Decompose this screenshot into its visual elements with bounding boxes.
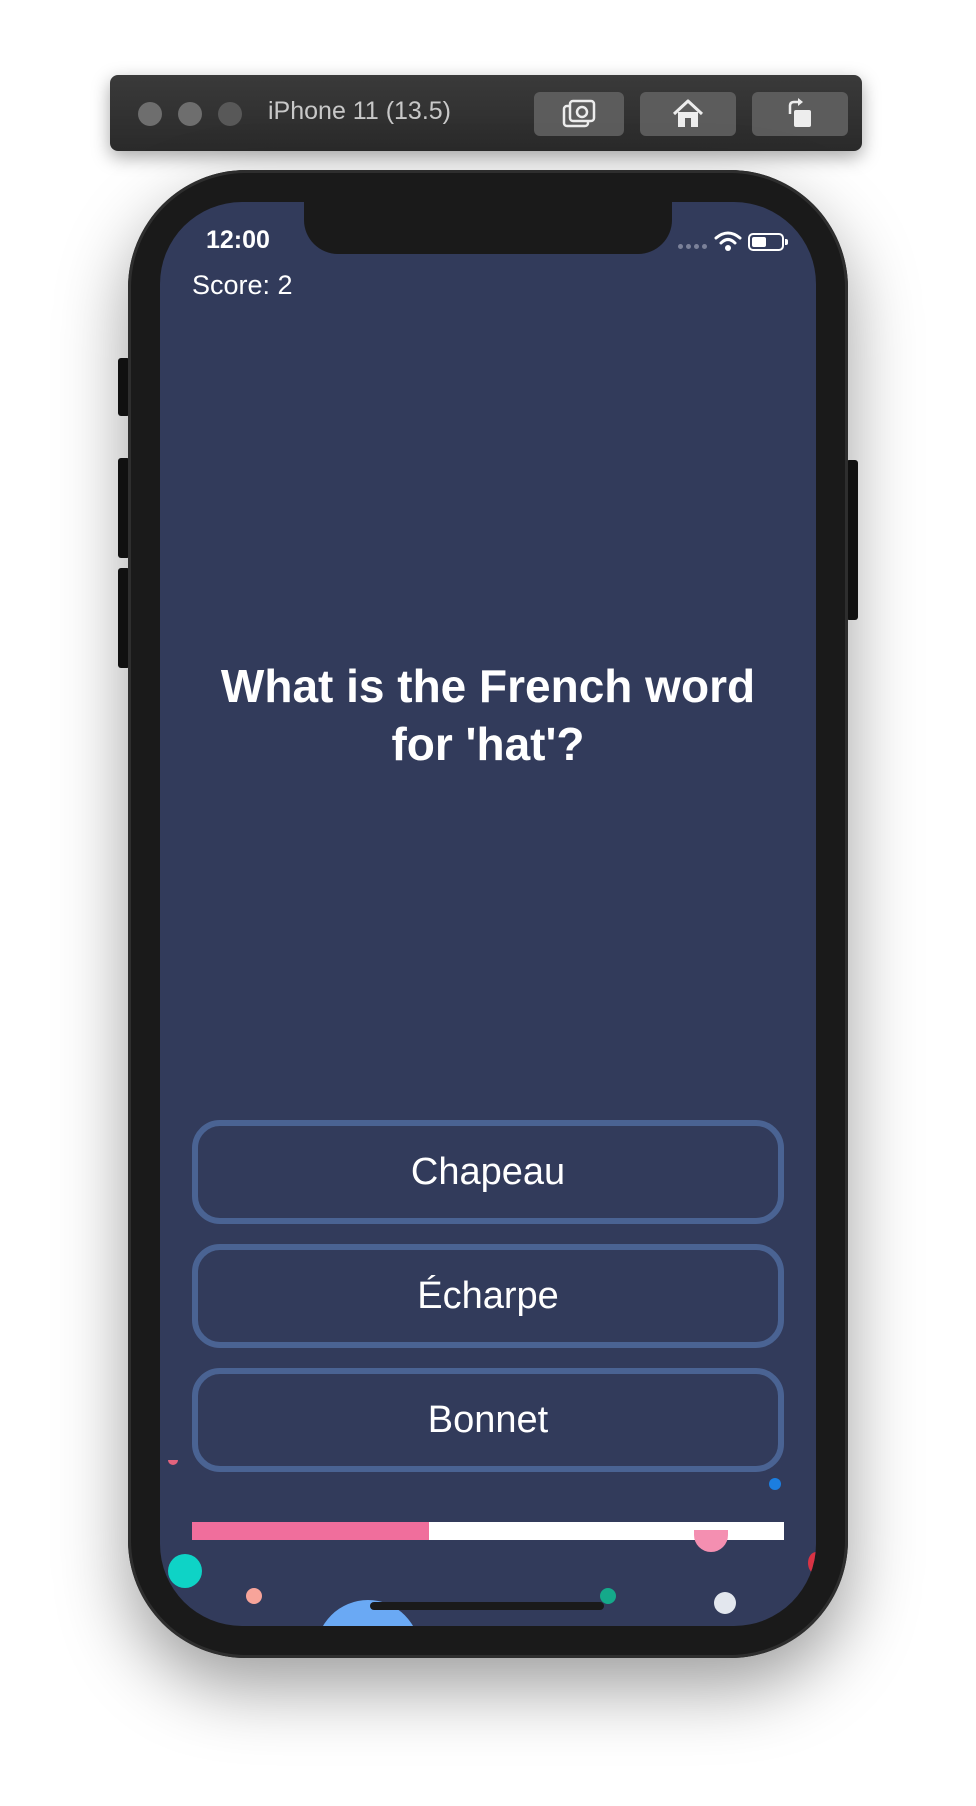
rotate-button[interactable] <box>752 92 848 136</box>
progress-bar-fill <box>192 1522 429 1540</box>
confetti-dot <box>694 1530 728 1552</box>
answer-button-echarpe[interactable]: Écharpe <box>192 1244 784 1348</box>
answer-button-bonnet[interactable]: Bonnet <box>192 1368 784 1472</box>
home-indicator[interactable] <box>370 1602 604 1610</box>
confetti-dot <box>714 1592 736 1614</box>
confetti-dot <box>808 1552 816 1574</box>
cellular-signal-icon <box>678 244 707 249</box>
answer-button-chapeau[interactable]: Chapeau <box>192 1120 784 1224</box>
app-screen: 12:00 Score: 2 What is the French word f… <box>160 202 816 1626</box>
simulator-toolbar: iPhone 11 (13.5) <box>110 75 862 151</box>
minimize-window-button[interactable] <box>178 102 202 126</box>
screenshot-button[interactable] <box>534 92 624 136</box>
wifi-icon <box>714 231 742 251</box>
confetti-dot <box>769 1478 781 1490</box>
home-icon <box>672 99 704 127</box>
confetti-dot <box>168 1460 178 1465</box>
screenshot-icon <box>562 99 596 128</box>
simulator-title: iPhone 11 (13.5) <box>268 97 451 125</box>
battery-icon <box>748 233 788 251</box>
score-label: Score: 2 <box>192 270 293 300</box>
status-time: 12:00 <box>206 226 270 254</box>
question-text: What is the French word for 'hat'? <box>220 660 756 770</box>
rotate-icon <box>788 98 811 127</box>
home-button[interactable] <box>640 92 736 136</box>
notch <box>304 202 672 254</box>
confetti-dot <box>600 1588 616 1604</box>
zoom-window-button[interactable] <box>218 102 242 126</box>
close-window-button[interactable] <box>138 102 162 126</box>
confetti-dot <box>246 1588 262 1604</box>
confetti-dot <box>168 1554 202 1588</box>
